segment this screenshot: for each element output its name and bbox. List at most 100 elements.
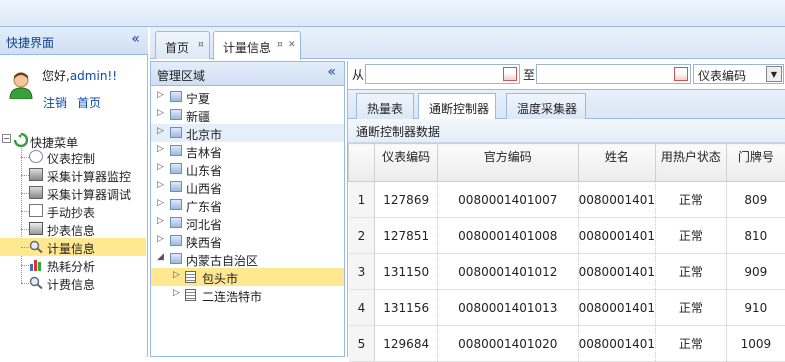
tree-node-label: 内蒙古自治区 [186, 252, 258, 269]
table-cell: 127869 [375, 182, 438, 218]
table-row[interactable]: 4 131156 0080001401013 0080001401 正常 910 [349, 290, 785, 326]
column-header[interactable] [349, 144, 375, 182]
menu-item-collector-debug[interactable]: 采集计算器调试 [0, 184, 146, 202]
tree-node[interactable]: ◢ 内蒙古自治区 [151, 250, 344, 268]
bar-chart-icon [29, 258, 43, 271]
tree-node-child[interactable]: ▷二连浩特市 [151, 286, 344, 304]
tree-node-label: 广东省 [186, 198, 222, 215]
management-area-header: 管理区域 « [151, 62, 344, 86]
grid-header-row: 仪表编码 官方编码 姓名 用热户状态 门牌号 [349, 144, 785, 182]
tree-node[interactable]: ▷山东省 [151, 160, 344, 178]
management-area-title: 管理区域 [157, 67, 205, 84]
tab-label: 首页 [165, 39, 189, 56]
column-header[interactable]: 官方编码 [437, 144, 578, 182]
tree-node[interactable]: ▷ 河北省 [151, 214, 344, 232]
menu-label: 热耗分析 [47, 258, 95, 275]
from-label: 从 [352, 66, 364, 83]
menu-item-read-info[interactable]: 抄表信息 [0, 220, 146, 238]
city-icon [185, 271, 196, 283]
expand-icon[interactable]: ▷ [157, 144, 164, 154]
menu-item-manual-read[interactable]: 手动抄表 [0, 202, 146, 220]
tree-node[interactable]: ▷北京市 [151, 124, 344, 142]
menu-item-meter-control[interactable]: 仪表控制 [0, 148, 146, 166]
expand-icon[interactable]: ▷ [157, 108, 164, 118]
tree-node-label: 河北省 [186, 216, 222, 233]
tree-node[interactable]: ▷ 广东省 [151, 196, 344, 214]
tree-node[interactable]: ▷吉林省 [151, 142, 344, 160]
home-link[interactable]: 首页 [77, 94, 101, 111]
menu-item-heat-analysis[interactable]: 热耗分析 [0, 256, 146, 274]
expand-icon[interactable]: ▷ [157, 234, 164, 244]
menu-item-metering-info[interactable]: 计量信息 [0, 238, 146, 256]
main-tab-bar: 首页 ¤ 计量信息 ¤ ✕ [150, 27, 785, 59]
expand-icon[interactable]: ▷ [173, 288, 180, 298]
collapse-icon[interactable]: ◢ [157, 252, 164, 262]
quick-panel: 快捷界面 « 您好,admin!! 注销 首页 − 快捷菜单 仪表控制 采集计算… [0, 27, 148, 357]
manual-read-icon [29, 204, 43, 217]
pin-icon[interactable]: ¤ [277, 40, 283, 50]
expand-icon[interactable]: ▷ [157, 162, 164, 172]
table-cell: 1009 [726, 326, 785, 362]
expand-icon[interactable]: ▷ [157, 90, 164, 100]
table-cell: 129684 [375, 326, 438, 362]
tree-node[interactable]: ▷宁夏 [151, 88, 344, 106]
expand-icon[interactable]: ▷ [157, 216, 164, 226]
expand-icon[interactable]: ▷ [157, 198, 164, 208]
city-icon [185, 289, 196, 301]
tab-label: 通断控制器 [429, 100, 489, 117]
pin-icon[interactable]: ¤ [198, 40, 204, 50]
expand-icon[interactable]: ▷ [157, 180, 164, 190]
collapse-icon[interactable]: « [327, 64, 336, 80]
tree-node[interactable]: ▷ 山西省 [151, 178, 344, 196]
expand-icon[interactable]: ▷ [157, 126, 164, 136]
table-cell: 0080001401 [578, 254, 655, 290]
menu-label: 手动抄表 [47, 204, 95, 221]
tab-label: 计量信息 [223, 39, 271, 56]
table-cell: 910 [726, 290, 785, 326]
calendar-icon[interactable] [674, 67, 688, 81]
tree-node[interactable]: ▷新疆 [151, 106, 344, 124]
column-header[interactable]: 门牌号 [726, 144, 785, 182]
calendar-icon[interactable] [503, 67, 517, 81]
top-banner [0, 0, 785, 27]
table-row[interactable]: 1 127869 0080001401007 0080001401 正常 809 [349, 182, 785, 218]
table-row[interactable]: 2 127851 0080001401008 0080001401 正常 810 [349, 218, 785, 254]
data-grid: 仪表编码 官方编码 姓名 用热户状态 门牌号 1 127869 00800014… [348, 143, 785, 362]
logout-link[interactable]: 注销 [43, 94, 67, 111]
tab-temp-collector[interactable]: 温度采集器 [506, 93, 586, 119]
meter-field-select[interactable]: 仪表编码 ▼ [693, 64, 784, 84]
start-date-input[interactable] [365, 64, 520, 84]
tab-switch-controller[interactable]: 通断控制器 [418, 93, 496, 120]
tree-node[interactable]: ▷陕西省 [151, 232, 344, 250]
region-icon [170, 181, 182, 192]
chevron-down-icon[interactable]: ▼ [766, 66, 782, 82]
expand-icon[interactable]: ▷ [173, 270, 180, 280]
column-header[interactable]: 用热户状态 [656, 144, 727, 182]
tree-node-child[interactable]: ▷包头市 [151, 268, 344, 286]
collector-monitor-icon [29, 168, 43, 181]
menu-item-billing-info[interactable]: 计费信息 [0, 274, 146, 292]
table-cell: 正常 [656, 218, 727, 254]
region-icon [170, 109, 182, 120]
collapse-icon[interactable]: « [131, 31, 140, 47]
table-cell: 0080001401 [578, 218, 655, 254]
tab-metering-info[interactable]: 计量信息 ¤ ✕ [213, 31, 301, 60]
collapse-tree-icon[interactable]: − [2, 134, 11, 143]
column-header[interactable]: 仪表编码 [375, 144, 438, 182]
end-date-input[interactable] [536, 64, 691, 84]
column-header[interactable]: 姓名 [578, 144, 655, 182]
region-icon [170, 145, 182, 156]
tab-home[interactable]: 首页 ¤ [155, 31, 210, 59]
table-cell: 正常 [656, 326, 727, 362]
table-cell: 正常 [656, 254, 727, 290]
menu-label: 抄表信息 [47, 222, 95, 239]
close-icon[interactable]: ✕ [288, 40, 296, 50]
menu-item-collector-monitor[interactable]: 采集计算器监控 [0, 166, 146, 184]
tab-heat-meter[interactable]: 热量表 [356, 93, 414, 119]
tree-node-label: 山西省 [186, 180, 222, 197]
region-icon [170, 235, 182, 246]
table-row[interactable]: 3 131150 0080001401012 0080001401 正常 909 [349, 254, 785, 290]
row-number: 5 [349, 326, 375, 362]
table-row[interactable]: 5 129684 0080001401020 0080001401 正常 100… [349, 326, 785, 362]
table-cell: 0080001401 [578, 326, 655, 362]
